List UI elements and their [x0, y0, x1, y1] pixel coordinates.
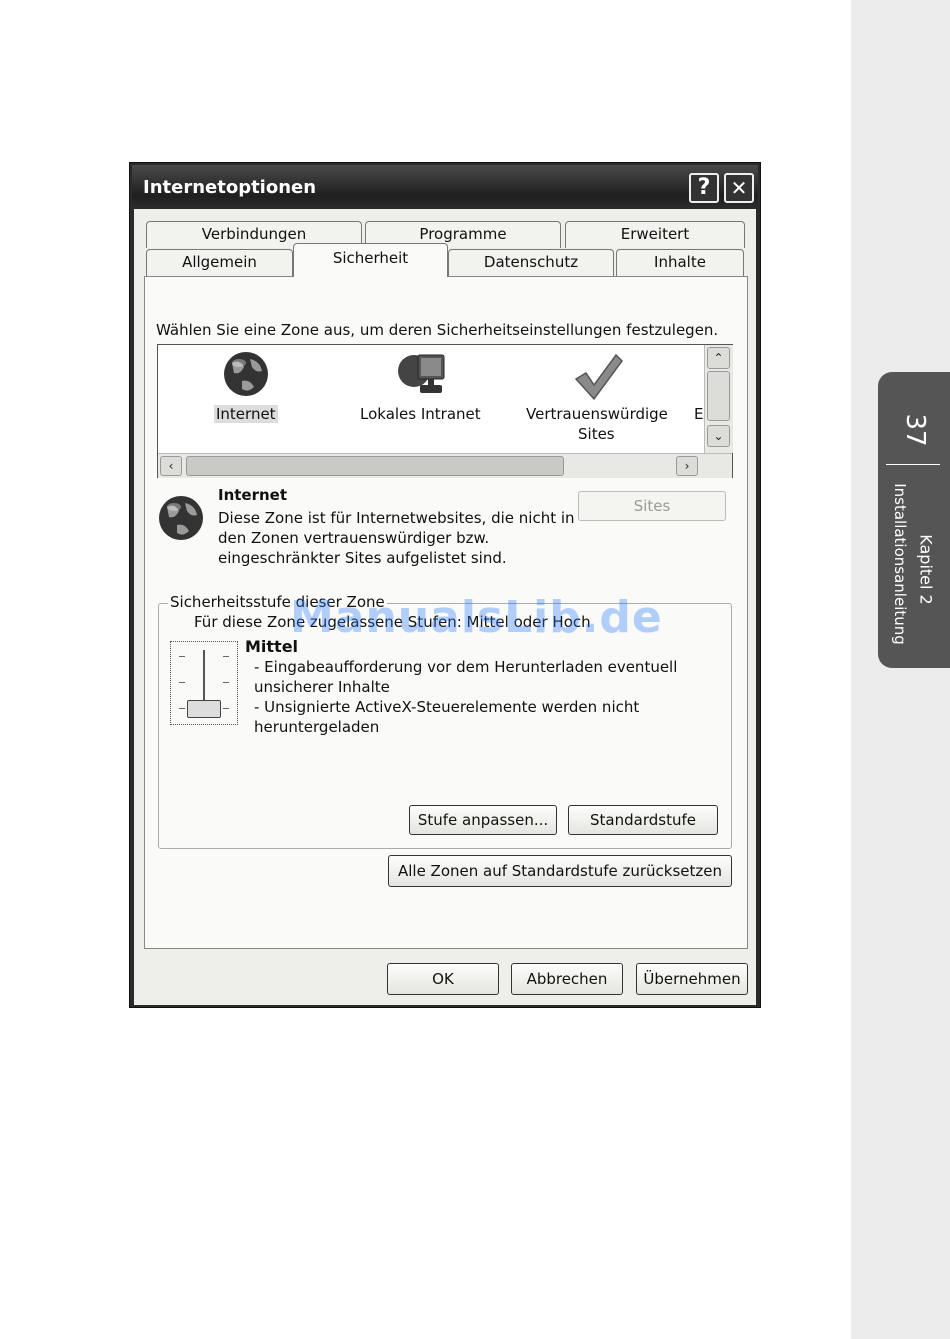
selected-zone-desc-3: eingeschränkter Sites aufgelistet sind.	[218, 549, 507, 567]
scroll-up-button[interactable]: ⌃	[707, 347, 730, 369]
zone-trusted-sites[interactable]: Vertrauenswürdige Sites	[522, 349, 672, 453]
dialog-titlebar[interactable]: Internetoptionen ? ✕	[132, 165, 758, 209]
close-button[interactable]: ✕	[724, 173, 754, 203]
selected-zone-desc-2: den Zonen vertrauenswürdiger bzw.	[218, 529, 490, 547]
ok-button[interactable]: OK	[387, 963, 499, 995]
slider-thumb[interactable]	[187, 700, 221, 718]
page-margin-band	[851, 0, 950, 1339]
internet-options-dialog: Internetoptionen ? ✕ Verbindungen Progra…	[129, 162, 761, 1008]
scroll-left-button[interactable]: ‹	[160, 456, 182, 476]
chapter-title: Kapitel 2	[916, 534, 936, 605]
selected-zone-desc-1: Diese Zone ist für Internetwebsites, die…	[218, 509, 575, 527]
scroll-down-button[interactable]: ⌄	[707, 425, 730, 447]
sites-button[interactable]: Sites	[578, 491, 726, 521]
globe-icon	[159, 496, 203, 540]
tab-sicherheit[interactable]: Sicherheit	[293, 243, 448, 277]
zone-intranet[interactable]: Lokales Intranet	[356, 349, 486, 431]
chapter-divider	[886, 464, 940, 465]
level-bullet-1-line-1: - Eingabeaufforderung vor dem Herunterla…	[254, 658, 678, 676]
zone-list-hscrollbar[interactable]: ‹ ›	[158, 453, 732, 478]
tab-datenschutz[interactable]: Datenschutz	[448, 249, 614, 276]
tab-inhalte[interactable]: Inhalte	[616, 249, 744, 276]
zone-restricted-label: E	[694, 405, 704, 423]
zone-internet[interactable]: Internet	[206, 349, 286, 431]
zone-trusted-label-line2: Sites	[578, 425, 615, 443]
tab-allgemein[interactable]: Allgemein	[146, 249, 293, 276]
zone-internet-label: Internet	[214, 405, 278, 423]
watermark: ManualsLib.de	[290, 592, 663, 643]
help-button[interactable]: ?	[689, 173, 719, 203]
computer-icon	[398, 354, 445, 393]
selected-zone-title: Internet	[218, 486, 288, 504]
zone-intranet-label: Lokales Intranet	[360, 405, 481, 423]
custom-level-button[interactable]: Stufe anpassen...	[409, 805, 557, 835]
checkmark-icon	[574, 353, 623, 401]
zone-list: Internet Lokales Intranet Vertrauenswürd	[157, 344, 733, 478]
level-bullet-2-line-1: - Unsignierte ActiveX-Steuerelemente wer…	[254, 698, 640, 716]
zone-trusted-label-line1: Vertrauenswürdige	[526, 405, 668, 423]
reset-all-zones-button[interactable]: Alle Zonen auf Standardstufe zurücksetze…	[388, 855, 732, 887]
zone-list-vscrollbar[interactable]: ⌃ ⌄	[704, 345, 733, 453]
level-bullet-2-line-2: heruntergeladen	[254, 718, 380, 736]
scroll-h-thumb[interactable]	[186, 456, 564, 476]
cancel-button[interactable]: Abbrechen	[511, 963, 623, 995]
level-bullet-1-line-2: unsicherer Inhalte	[254, 678, 390, 696]
dialog-title: Internetoptionen	[143, 177, 317, 198]
security-level-slider[interactable]	[170, 641, 238, 725]
chapter-subtitle: Installationsanleitung	[891, 483, 909, 645]
page-number: 37	[900, 413, 930, 447]
zone-prompt: Wählen Sie eine Zone aus, um deren Siche…	[156, 321, 719, 339]
globe-icon	[224, 352, 268, 396]
scroll-right-button[interactable]: ›	[676, 456, 698, 476]
tab-erweitert[interactable]: Erweitert	[565, 221, 745, 248]
apply-button[interactable]: Übernehmen	[636, 963, 748, 995]
scroll-v-thumb[interactable]	[707, 371, 730, 421]
default-level-button[interactable]: Standardstufe	[568, 805, 718, 835]
